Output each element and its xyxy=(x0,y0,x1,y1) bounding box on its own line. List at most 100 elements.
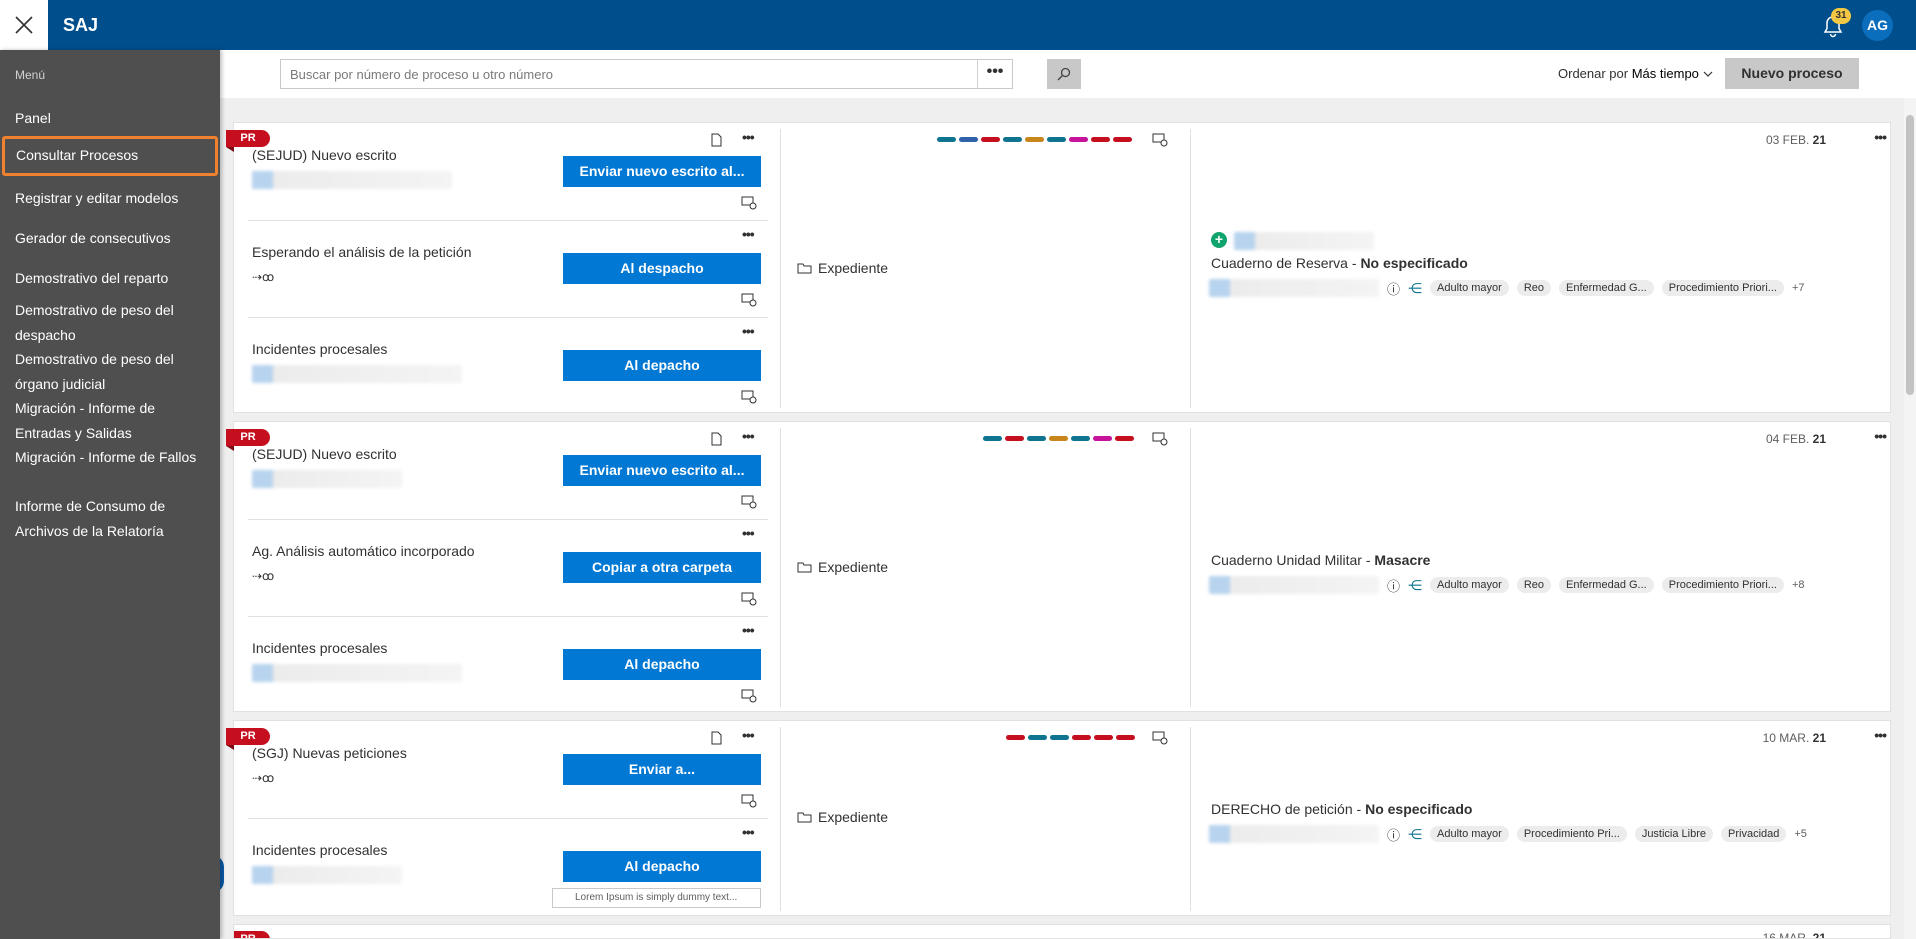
tag: Adulto mayor xyxy=(1430,577,1509,593)
status-color-dash xyxy=(1049,436,1068,441)
comment-add-icon[interactable] xyxy=(741,794,757,808)
more-tags[interactable]: +5 xyxy=(1794,828,1807,840)
user-avatar[interactable]: AG xyxy=(1862,10,1893,41)
sidebar-item-registrar-modelos[interactable]: Registrar y editar modelos xyxy=(15,186,210,211)
sidebar-item-consultar-procesos[interactable]: Consultar Procesos xyxy=(2,136,218,176)
date-year: 21 xyxy=(1812,931,1826,939)
top-bar xyxy=(0,0,1916,50)
status-color-indicators xyxy=(983,436,1134,441)
process-card[interactable]: PR ••• (SGJ) Nuevas peticiones ⇢ꝏ Enviar… xyxy=(226,720,1891,916)
sidebar-item-gerador-consecutivos[interactable]: Gerador de consecutivos xyxy=(15,226,210,251)
status-color-dash xyxy=(1025,137,1044,142)
column-divider xyxy=(1190,129,1191,408)
redacted-text xyxy=(1209,825,1379,843)
comment-add-icon[interactable] xyxy=(741,495,757,509)
task-row: Incidentes procesales Al depacho xyxy=(234,317,768,414)
task-action-button[interactable]: Al depacho xyxy=(563,350,761,381)
expediente-link[interactable]: Expediente xyxy=(797,559,888,575)
comment-add-icon[interactable] xyxy=(741,390,757,404)
app-title: SAJ xyxy=(63,15,99,35)
process-card[interactable]: PR ••• (SEJUD) Nuevo escrito Enviar nuev… xyxy=(226,122,1891,414)
order-by[interactable]: Ordenar por Más tiempo xyxy=(1558,66,1713,81)
more-tags[interactable]: +8 xyxy=(1792,579,1805,591)
sidebar-item-migracion-fallos[interactable]: Migración - Informe de Fallos xyxy=(15,445,210,470)
search-more-options-button[interactable]: ••• xyxy=(977,60,1012,88)
comment-add-icon[interactable] xyxy=(1152,432,1168,446)
comment-add-icon[interactable] xyxy=(741,293,757,307)
order-by-value[interactable]: Más tiempo xyxy=(1632,66,1699,81)
comment-add-icon[interactable] xyxy=(1152,133,1168,147)
cuaderno-value: Masacre xyxy=(1374,552,1431,568)
comment-add-icon[interactable] xyxy=(1152,731,1168,745)
status-color-dash xyxy=(1071,436,1090,441)
task-action-button[interactable]: Copiar a otra carpeta xyxy=(563,552,761,583)
share-icon[interactable]: ⋲ xyxy=(1408,577,1422,594)
expediente-link[interactable]: Expediente xyxy=(797,260,888,276)
add-icon[interactable]: + xyxy=(1211,232,1227,248)
process-card[interactable]: PR ••• (SEJUD) Nuevo escrito Enviar nuev… xyxy=(226,421,1891,713)
comment-add-icon[interactable] xyxy=(741,689,757,703)
sidebar-item-peso-despacho[interactable]: Demostrativo de peso del despacho xyxy=(15,298,210,347)
task-action-button[interactable]: Al depacho xyxy=(563,649,761,680)
task-row: Esperando el análisis de la petición ⇢ꝏ … xyxy=(234,220,768,317)
card-more-options-button[interactable]: ••• xyxy=(1874,428,1887,444)
tag: Privacidad xyxy=(1721,826,1787,842)
new-process-button[interactable]: Nuevo proceso xyxy=(1725,58,1859,89)
folder-icon xyxy=(797,263,812,274)
status-color-dash xyxy=(1050,735,1069,740)
tags-row: ⓘ ⋲ Adulto mayor Reo Enfermedad G... Pro… xyxy=(1209,574,1805,596)
task-action-button[interactable]: Al depacho xyxy=(563,851,761,882)
task-action-button[interactable]: Al despacho xyxy=(563,253,761,284)
info-icon[interactable]: ⓘ xyxy=(1387,279,1400,298)
cuaderno-info: Cuaderno de Reserva - No especificado xyxy=(1211,255,1468,271)
task-row: Incidentes procesales Al depacho xyxy=(234,616,768,713)
expediente-link[interactable]: Expediente xyxy=(797,809,888,825)
date-day-month: 16 MAR. xyxy=(1762,931,1810,939)
close-menu-button[interactable] xyxy=(0,0,48,50)
sidebar-item-consumo-archivos[interactable]: Informe de Consumo de Archivos de la Rel… xyxy=(15,494,210,543)
task-action-button[interactable]: Enviar nuevo escrito al... xyxy=(563,455,761,486)
sidebar-item-peso-organo[interactable]: Demostrativo de peso del órgano judicial xyxy=(15,347,210,396)
search-button[interactable] xyxy=(1047,59,1081,89)
status-color-dash xyxy=(1028,735,1047,740)
task-action-button[interactable]: Enviar a... xyxy=(563,754,761,785)
tags-row: ⓘ ⋲ Adulto mayor Reo Enfermedad G... Pro… xyxy=(1209,277,1805,299)
sidebar-item-migracion-entradas[interactable]: Migración - Informe de Entradas y Salida… xyxy=(15,396,210,445)
share-icon[interactable]: ⋲ xyxy=(1408,280,1422,297)
sidebar-item-panel[interactable]: Panel xyxy=(15,106,210,131)
tag: Adulto mayor xyxy=(1430,280,1509,296)
assign-person-icon: ⇢ꝏ xyxy=(252,270,275,284)
more-tags[interactable]: +7 xyxy=(1792,282,1805,294)
tag: Procedimiento Pri... xyxy=(1516,826,1627,842)
sidebar-item-demostrativo-reparto[interactable]: Demostrativo del reparto xyxy=(15,266,210,291)
comment-tooltip: Lorem Ipsum is simply dummy text... xyxy=(552,888,761,908)
info-icon[interactable]: ⓘ xyxy=(1387,825,1400,844)
redacted-text xyxy=(1209,576,1379,594)
comment-add-icon[interactable] xyxy=(741,592,757,606)
info-icon[interactable]: ⓘ xyxy=(1387,576,1400,595)
tag: Enfermedad G... xyxy=(1559,577,1654,593)
task-title: Incidentes procesales xyxy=(252,341,388,357)
process-date: 04 FEB. 21 xyxy=(1766,432,1826,446)
process-card[interactable]: PR 16 MAR. 21 xyxy=(233,924,1891,939)
search-icon xyxy=(1057,67,1071,81)
scrollbar-thumb[interactable] xyxy=(1906,115,1914,395)
folder-icon xyxy=(797,562,812,573)
process-date: 16 MAR. 21 xyxy=(1762,931,1826,939)
card-more-options-button[interactable]: ••• xyxy=(1874,727,1887,743)
cuaderno-info: Cuaderno Unidad Militar - Masacre xyxy=(1211,552,1430,568)
status-color-dash xyxy=(937,137,956,142)
card-more-options-button[interactable]: ••• xyxy=(1874,129,1887,145)
notifications-count-badge: 31 xyxy=(1831,8,1851,24)
task-title: Ag. Análisis automático incorporado xyxy=(252,543,475,559)
task-title: (SGJ) Nuevas peticiones xyxy=(252,745,407,761)
task-action-button[interactable]: Enviar nuevo escrito al... xyxy=(563,156,761,187)
comment-add-icon[interactable] xyxy=(741,196,757,210)
pr-badge: PR xyxy=(226,130,270,152)
search-box[interactable]: Buscar por número de proceso u otro núme… xyxy=(280,59,1013,89)
tag: Procedimiento Priori... xyxy=(1661,280,1784,296)
search-input[interactable]: Buscar por número de proceso u otro núme… xyxy=(281,67,977,82)
redacted-text xyxy=(252,365,462,383)
share-icon[interactable]: ⋲ xyxy=(1408,826,1422,843)
pr-badge: PR xyxy=(226,728,270,750)
